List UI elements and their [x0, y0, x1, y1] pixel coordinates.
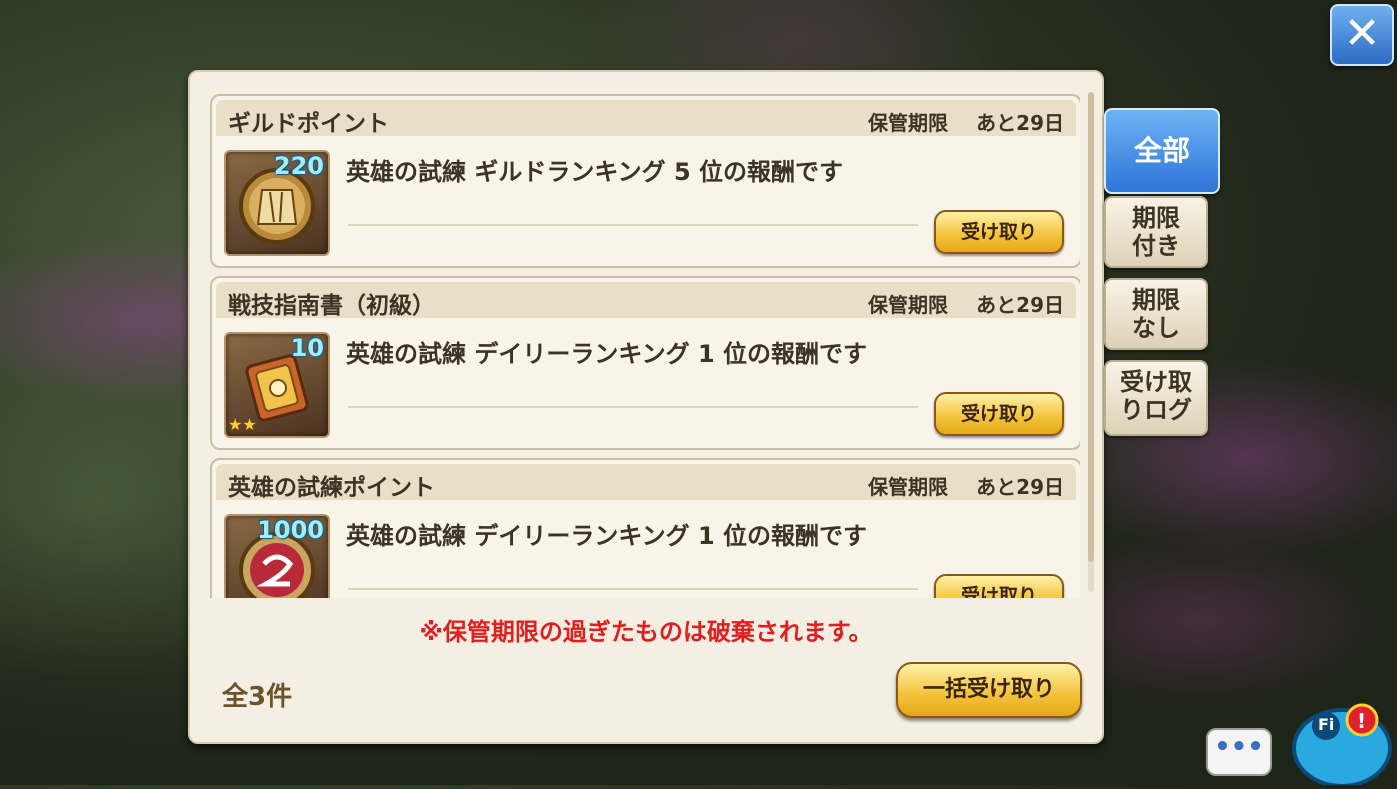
item-name: ギルドポイント — [228, 111, 389, 137]
receive-button[interactable]: 受け取り — [934, 392, 1064, 436]
expiry-label: 保管期限 — [868, 475, 948, 499]
reward-list[interactable]: ギルドポイント 保管期限 あと29日 220 英雄の試練 ギルドランキング 5 … — [210, 94, 1080, 598]
item-description: 英雄の試練 デイリーランキング 1 位の報酬です — [346, 522, 868, 550]
bulk-receive-button[interactable]: 一括受け取り — [896, 662, 1082, 718]
item-quantity: 220 — [273, 152, 324, 180]
close-icon: ✕ — [1343, 8, 1381, 59]
tab-limited[interactable]: 期限付き — [1104, 196, 1208, 268]
total-count: 全3件 — [222, 682, 293, 712]
expiry-notice: ※保管期限の過ぎたものは破棄されます。 — [419, 618, 873, 646]
item-description: 英雄の試練 ギルドランキング 5 位の報酬です — [346, 158, 844, 186]
expiry-value: あと29日 — [976, 475, 1064, 499]
divider — [348, 224, 918, 226]
item-header: ギルドポイント 保管期限 あと29日 — [216, 100, 1076, 137]
item-quantity: 1000 — [257, 516, 324, 544]
book-icon: 10 ★★ — [224, 332, 330, 438]
svg-text:!: ! — [1357, 709, 1366, 733]
item-header: 英雄の試練ポイント 保管期限 あと29日 — [216, 464, 1076, 501]
tab-unlimited[interactable]: 期限なし — [1104, 278, 1208, 350]
rarity-stars: ★★ — [228, 415, 257, 434]
expiry-label: 保管期限 — [868, 293, 948, 317]
scroll-thumb[interactable] — [1088, 92, 1094, 562]
expiry-label: 保管期限 — [868, 111, 948, 135]
item-name: 戦技指南書（初級） — [228, 293, 435, 319]
list-item: 戦技指南書（初級） 保管期限 あと29日 10 ★★ 英雄の試練 デイリーランキ… — [210, 276, 1080, 450]
tab-label: 期限付き — [1132, 204, 1180, 260]
item-description: 英雄の試練 デイリーランキング 1 位の報酬です — [346, 340, 868, 368]
receive-button[interactable]: 受け取り — [934, 210, 1064, 254]
receive-button[interactable]: 受け取り — [934, 574, 1064, 598]
item-quantity: 10 — [290, 334, 324, 362]
tab-all[interactable]: 全部 — [1104, 108, 1220, 194]
mascot-icon[interactable]: ! Fi — [1282, 686, 1397, 788]
svg-text:Fi: Fi — [1318, 715, 1334, 734]
item-header: 戦技指南書（初級） 保管期限 あと29日 — [216, 282, 1076, 319]
tab-receive-log[interactable]: 受け取りログ — [1104, 360, 1208, 436]
hero-trial-point-icon: 1000 — [224, 514, 330, 598]
list-item: 英雄の試練ポイント 保管期限 あと29日 1000 英雄の試練 デイリーランキン… — [210, 458, 1080, 598]
expiry-value: あと29日 — [976, 111, 1064, 135]
divider — [348, 406, 918, 408]
mailbox-panel: ギルドポイント 保管期限 あと29日 220 英雄の試練 ギルドランキング 5 … — [188, 70, 1104, 744]
item-name: 英雄の試練ポイント — [228, 475, 435, 501]
divider — [348, 588, 918, 590]
expiry-value: あと29日 — [976, 293, 1064, 317]
chat-button[interactable]: ••• — [1206, 728, 1272, 776]
list-item: ギルドポイント 保管期限 あと29日 220 英雄の試練 ギルドランキング 5 … — [210, 94, 1080, 268]
guild-point-icon: 220 — [224, 150, 330, 256]
tab-label: 期限なし — [1132, 286, 1180, 342]
tab-label: 受け取りログ — [1120, 368, 1192, 424]
list-scrollbar[interactable] — [1088, 92, 1094, 592]
close-button[interactable]: ✕ — [1330, 4, 1394, 66]
